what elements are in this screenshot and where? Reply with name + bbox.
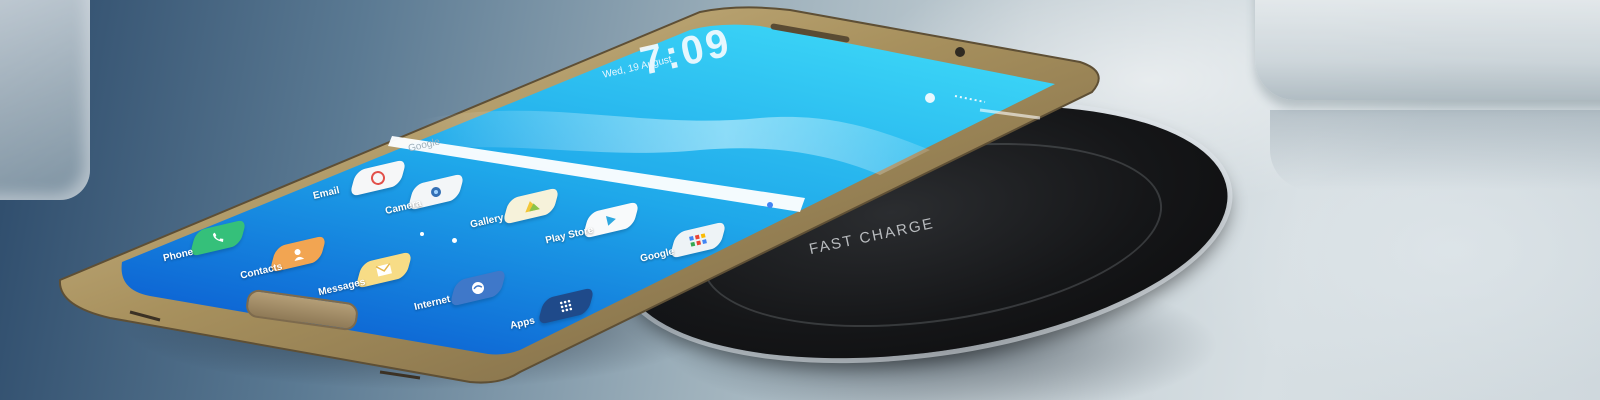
background-device-left xyxy=(0,0,90,200)
photo-scene: FAST CHARGE 7:09 Wed, 19 August Google E… xyxy=(0,0,1600,400)
page-indicator xyxy=(420,232,424,236)
page-indicator-active xyxy=(452,238,457,243)
background-device-right xyxy=(1255,0,1600,100)
background-device-reflection xyxy=(1270,110,1600,190)
phone-shadow xyxy=(120,260,720,390)
